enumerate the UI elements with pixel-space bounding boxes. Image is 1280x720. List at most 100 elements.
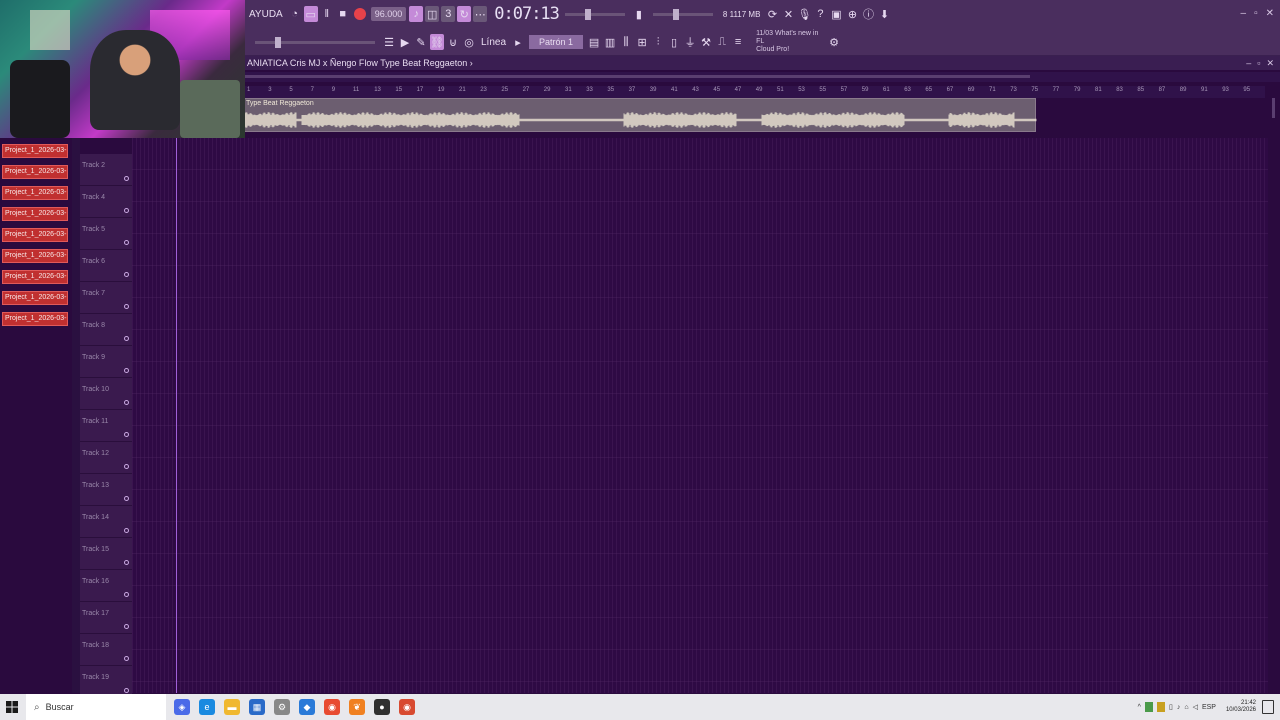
song-time[interactable]: 0:07:13 xyxy=(494,4,560,24)
pattern-item[interactable]: Project_1_2026-03-19 1... xyxy=(2,165,68,179)
browser-icon[interactable]: ⊞ xyxy=(635,34,649,50)
master-volume-slider[interactable] xyxy=(255,36,375,48)
file-explorer-icon[interactable]: ▬ xyxy=(224,699,240,715)
track-header[interactable]: Track 6 xyxy=(80,250,132,282)
mixer-icon[interactable]: ⫼ xyxy=(619,34,633,50)
windows-start-icon[interactable] xyxy=(0,694,24,720)
metronome-icon[interactable]: ◔ xyxy=(288,6,302,22)
track-header[interactable]: Track 14 xyxy=(80,506,132,538)
close-icon[interactable]: ✕ xyxy=(781,6,795,22)
pattern-song-toggle[interactable]: ▭ xyxy=(303,6,318,22)
vertical-scrollbar[interactable] xyxy=(1268,98,1280,693)
track-mute-button[interactable] xyxy=(124,560,129,565)
track-mute-button[interactable] xyxy=(124,208,129,213)
link-icon[interactable]: ⛓ xyxy=(430,34,444,50)
master-pitch-slider[interactable] xyxy=(564,8,625,20)
network-icon[interactable]: ⌂ xyxy=(1184,704,1188,711)
language-indicator[interactable]: ESP xyxy=(1202,704,1216,711)
track-mute-button[interactable] xyxy=(124,400,129,405)
pause-icon[interactable]: ‖ xyxy=(320,6,334,22)
stop-icon[interactable]: ■ xyxy=(336,6,350,22)
track-header[interactable]: Track 7 xyxy=(80,282,132,314)
maximize-icon[interactable]: ▫ xyxy=(1254,8,1258,19)
save-icon[interactable]: ▣ xyxy=(829,6,843,22)
countdown-icon[interactable]: 3 xyxy=(441,6,456,22)
news-panel[interactable]: 11/03 What's new in FL Cloud Pro! xyxy=(756,30,826,54)
track-mute-button[interactable] xyxy=(124,592,129,597)
next-icon[interactable]: ▶ xyxy=(398,34,412,50)
paint-icon[interactable]: ✎ xyxy=(414,34,428,50)
track-mute-button[interactable] xyxy=(124,272,129,277)
file-icon[interactable]: ▯ xyxy=(667,34,681,50)
plug-icon[interactable]: ⏚ xyxy=(683,34,697,50)
vscode-icon[interactable]: ◆ xyxy=(299,699,315,715)
track-mute-button[interactable] xyxy=(124,688,129,693)
tray-app-icon[interactable] xyxy=(1144,702,1153,712)
track-header[interactable]: Track 15 xyxy=(80,538,132,570)
step-edit-icon[interactable]: ⋯ xyxy=(473,6,488,22)
track-header[interactable]: Track 4 xyxy=(80,186,132,218)
minimize-icon[interactable]: – xyxy=(1241,8,1247,19)
loop-record-icon[interactable]: ↻ xyxy=(457,6,472,22)
track-mute-button[interactable] xyxy=(124,496,129,501)
clock[interactable]: 21:42 10/03/2026 xyxy=(1226,700,1256,714)
tempo-display[interactable]: 96.000 xyxy=(370,7,407,21)
settings-icon[interactable]: ⚙ xyxy=(274,699,290,715)
track-header[interactable]: Track 2 xyxy=(80,154,132,186)
copilot-icon[interactable]: ◈ xyxy=(174,699,190,715)
download-icon[interactable]: ⬇ xyxy=(877,6,891,22)
eq-icon[interactable]: ⫶ xyxy=(651,34,665,50)
snap-icon[interactable]: ◎ xyxy=(462,34,476,50)
track-mute-button[interactable] xyxy=(124,336,129,341)
tools-icon[interactable]: ⚒ xyxy=(699,34,713,50)
pattern-prev-icon[interactable]: ▸ xyxy=(511,34,525,50)
track-header[interactable]: Track 12 xyxy=(80,442,132,474)
track-header[interactable]: Track 17 xyxy=(80,602,132,634)
audio-clip[interactable]: Type Beat Reggaeton xyxy=(243,98,1037,132)
playlist-close-icon[interactable]: ✕ xyxy=(1266,56,1274,70)
track-header[interactable]: Track 8 xyxy=(80,314,132,346)
help-icon[interactable]: ? xyxy=(813,6,827,22)
plugin-icon[interactable]: ⊕ xyxy=(845,6,859,22)
mic-icon[interactable]: 🎙 xyxy=(797,6,811,22)
pattern-item[interactable]: Project_1_2026-03-19 1... xyxy=(2,186,68,200)
fl-studio-icon[interactable]: ❦ xyxy=(349,699,365,715)
piano-roll-icon[interactable]: ▥ xyxy=(603,34,617,50)
refresh-icon[interactable]: ⟳ xyxy=(765,6,779,22)
menu-help[interactable]: AYUDA xyxy=(245,9,287,20)
metronome-toggle-icon[interactable]: ♪ xyxy=(409,6,424,22)
track-header[interactable]: Track 5 xyxy=(80,218,132,250)
panel-divider[interactable] xyxy=(72,138,80,693)
playlist-maximize-icon[interactable]: ▫ xyxy=(1257,56,1260,70)
playlist-minimize-icon[interactable]: – xyxy=(1246,56,1251,70)
pattern-item[interactable]: Project_1_2026-03-19 1... xyxy=(2,312,68,326)
store-icon[interactable]: ▦ xyxy=(249,699,265,715)
pattern-item[interactable]: Project_1_2026-03-19 1... xyxy=(2,144,68,158)
tray-chevron-icon[interactable]: ^ xyxy=(1138,704,1141,711)
pattern-item[interactable]: Project_1_2026-03-19 1... xyxy=(2,291,68,305)
horizontal-scrollbar[interactable] xyxy=(245,72,1280,82)
edge-icon[interactable]: e xyxy=(199,699,215,715)
battery-icon[interactable]: ▯ xyxy=(1169,703,1173,711)
taskbar-search[interactable]: ⌕ Buscar xyxy=(26,694,166,720)
info-icon[interactable]: ⓘ xyxy=(861,6,875,22)
track-mute-button[interactable] xyxy=(124,656,129,661)
wait-input-icon[interactable]: ◫ xyxy=(425,6,440,22)
chrome-icon[interactable]: ◉ xyxy=(324,699,340,715)
playlist-grid[interactable] xyxy=(132,138,1268,693)
pattern-selector[interactable]: Patrón 1 xyxy=(529,35,584,49)
track-mute-button[interactable] xyxy=(124,528,129,533)
track-mute-button[interactable] xyxy=(124,624,129,629)
timeline-ruler[interactable]: 1 3 5 7 9 11 13 15 17 19 21 23 25 27 29 31 33 35 37 39 41 43 4… xyxy=(245,86,1265,98)
magnet-icon[interactable]: ⊍ xyxy=(446,34,460,50)
list-icon[interactable]: ≡ xyxy=(731,34,745,50)
track-mute-button[interactable] xyxy=(124,464,129,469)
track-header[interactable]: Track 13 xyxy=(80,474,132,506)
news-settings-icon[interactable]: ⚙ xyxy=(827,34,841,50)
pattern-item[interactable]: Project_1_2026-03-19 1... xyxy=(2,228,68,242)
track-mute-button[interactable] xyxy=(124,176,129,181)
track-mute-button[interactable] xyxy=(124,368,129,373)
obs-icon[interactable]: ● xyxy=(374,699,390,715)
snap-select[interactable]: Línea xyxy=(477,37,510,48)
track-mute-button[interactable] xyxy=(124,240,129,245)
